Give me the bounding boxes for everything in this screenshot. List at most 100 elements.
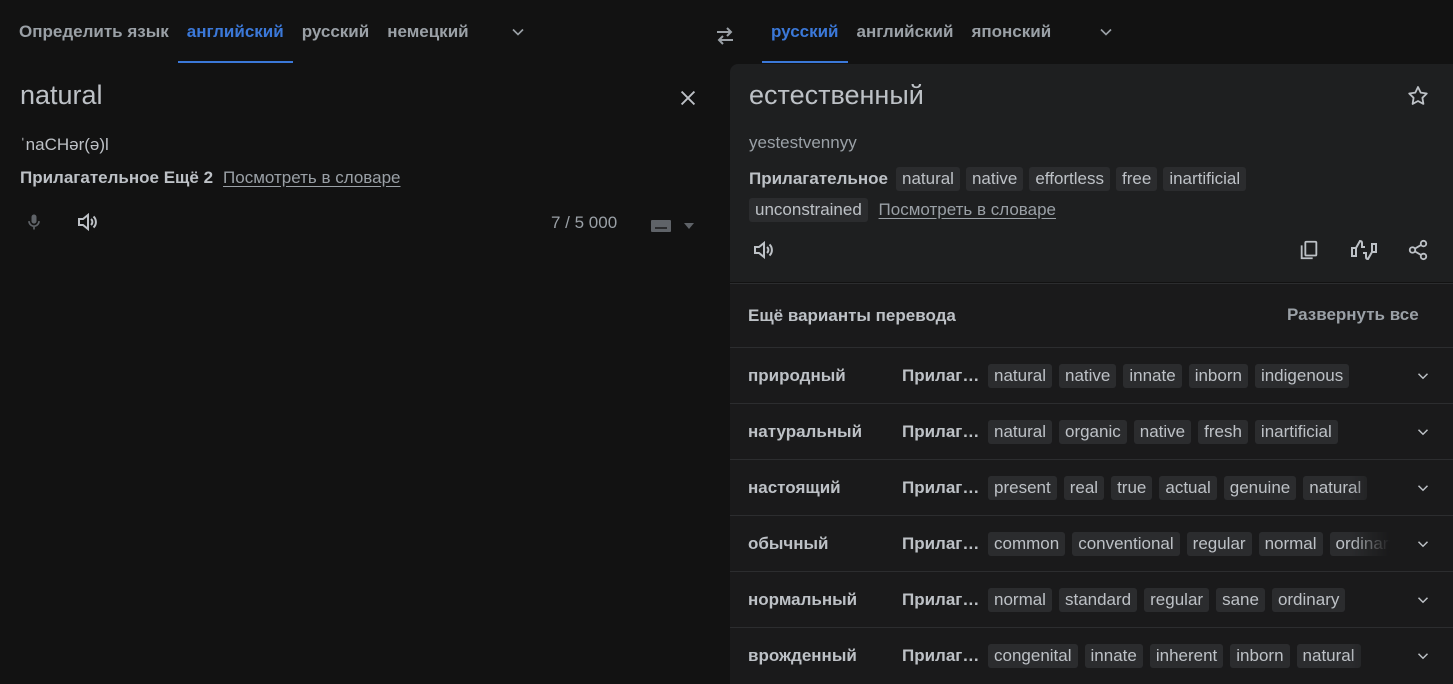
- alt-chip[interactable]: natural: [1296, 644, 1361, 668]
- expand-row-button[interactable]: [1408, 585, 1438, 615]
- alt-pos: Прилагательное: [902, 646, 982, 665]
- alt-translation-row[interactable]: врожденный Прилагательное congenitalinna…: [730, 627, 1453, 684]
- tab-target-japanese[interactable]: японский: [962, 1, 1060, 63]
- alt-chip[interactable]: normal: [988, 588, 1052, 612]
- alt-chip[interactable]: fresh: [1198, 420, 1248, 444]
- alt-chips: normal standard regular sane ordinary: [988, 588, 1390, 612]
- alt-chip[interactable]: ordinary: [1271, 588, 1346, 612]
- alt-pos: Прилагательное: [902, 366, 982, 385]
- alt-chip[interactable]: normal: [1258, 532, 1323, 556]
- alt-pos: Прилагательное: [902, 422, 982, 441]
- alt-chip[interactable]: regular: [1144, 588, 1210, 612]
- alt-chip[interactable]: genuine: [1223, 476, 1297, 500]
- alt-word: врожденный: [748, 646, 857, 665]
- alt-chip[interactable]: regular: [1186, 532, 1252, 556]
- swap-languages-button[interactable]: [705, 16, 745, 56]
- target-more-languages-button[interactable]: [1086, 12, 1126, 52]
- copy-icon: [1300, 240, 1318, 260]
- chevron-down-icon: [684, 223, 694, 229]
- expand-row-button[interactable]: [1408, 473, 1438, 503]
- source-more-languages-button[interactable]: [498, 12, 538, 52]
- alt-chip[interactable]: inartificial: [1254, 420, 1338, 444]
- chevron-down-icon: [1417, 485, 1429, 492]
- alt-chip[interactable]: inborn: [1188, 364, 1248, 388]
- target-language-tabs: русский английский японский: [762, 0, 1126, 64]
- translation-listen-button[interactable]: [744, 230, 784, 270]
- alt-chip[interactable]: native: [1058, 364, 1117, 388]
- tab-source-german[interactable]: немецкий: [378, 1, 477, 63]
- alt-chip[interactable]: inborn: [1230, 644, 1290, 668]
- synonym-chip[interactable]: unconstrained: [749, 198, 868, 222]
- alt-chip[interactable]: indigenous: [1254, 364, 1350, 388]
- alt-chip[interactable]: standard: [1058, 588, 1138, 612]
- alt-chip[interactable]: natural: [988, 420, 1052, 444]
- chevron-down-icon: [1417, 373, 1429, 380]
- alt-translation-row[interactable]: природный Прилагательное naturalnativein…: [730, 347, 1453, 404]
- source-listen-button[interactable]: [68, 202, 108, 242]
- alt-chips: commonconventionalregularnormalordinary: [988, 532, 1390, 556]
- clear-source-button[interactable]: [668, 78, 708, 118]
- share-translation-button[interactable]: [1398, 230, 1438, 270]
- swap-icon: [717, 27, 733, 45]
- alt-chip[interactable]: common: [988, 532, 1066, 556]
- alt-translation-row[interactable]: нормальный Прилагательное normalstandard…: [730, 571, 1453, 628]
- alt-chip[interactable]: sane: [1216, 588, 1265, 612]
- expand-row-button[interactable]: [1408, 417, 1438, 447]
- alt-pos: Прилагательное: [902, 478, 982, 497]
- input-tools-button[interactable]: [644, 212, 700, 240]
- alt-chip[interactable]: present: [988, 476, 1057, 500]
- alt-chip[interactable]: real: [1063, 476, 1105, 500]
- alt-chip[interactable]: natural: [988, 364, 1052, 388]
- alt-chip[interactable]: organic: [1058, 420, 1127, 444]
- alt-pos: Прилагательное: [902, 534, 982, 553]
- expand-row-button[interactable]: [1408, 361, 1438, 391]
- tab-source-english[interactable]: английский: [177, 1, 293, 63]
- more-translations-section: Ещё варианты перевода Развернуть все при…: [730, 283, 1453, 684]
- thumbs-rate-icon: [1351, 239, 1377, 261]
- expand-row-button[interactable]: [1408, 641, 1438, 671]
- alt-chip[interactable]: actual: [1159, 476, 1217, 500]
- chevron-down-icon: [1417, 597, 1429, 604]
- alt-chip[interactable]: native: [1133, 420, 1192, 444]
- alt-chip[interactable]: congenital: [988, 644, 1078, 668]
- alt-translation-row[interactable]: обычный Прилагательное commonconventiona…: [730, 515, 1453, 572]
- synonym-chip[interactable]: effortless: [1029, 167, 1111, 191]
- synonym-chip[interactable]: native: [965, 167, 1024, 191]
- alt-chip[interactable]: innate: [1084, 644, 1143, 668]
- source-text-input[interactable]: natural: [20, 80, 103, 111]
- tab-target-russian[interactable]: русский: [762, 1, 848, 63]
- alt-chip[interactable]: innate: [1123, 364, 1182, 388]
- expand-row-button[interactable]: [1408, 529, 1438, 559]
- alt-chip[interactable]: inherent: [1149, 644, 1224, 668]
- alt-chips: present real true actual genuine natural: [988, 476, 1390, 500]
- character-count: 7 / 5 000: [551, 213, 618, 232]
- synonym-chip[interactable]: free: [1116, 167, 1158, 191]
- source-dictionary-link[interactable]: Посмотреть в словаре: [223, 168, 400, 188]
- alt-pos: Прилагательное: [902, 590, 982, 609]
- synonym-chip[interactable]: inartificial: [1163, 167, 1247, 191]
- tab-detect-language[interactable]: Определить язык: [10, 1, 178, 63]
- tab-source-russian[interactable]: русский: [293, 1, 379, 63]
- alt-translation-row[interactable]: настоящий Прилагательное presentrealtrue…: [730, 459, 1453, 516]
- alt-chip[interactable]: conventional: [1072, 532, 1180, 556]
- tab-target-english[interactable]: английский: [848, 1, 963, 63]
- alt-chips: natural native innate inborn indigenous: [988, 364, 1390, 388]
- source-pos-label: Прилагательное Ещё 2: [20, 168, 214, 187]
- translation-dictionary-link[interactable]: Посмотреть в словаре: [879, 200, 1056, 219]
- expand-all-button[interactable]: Развернуть все: [1287, 305, 1419, 325]
- alt-chip[interactable]: natural: [1303, 476, 1368, 500]
- alt-chip[interactable]: ordinary: [1329, 532, 1390, 556]
- synonym-chip[interactable]: natural: [895, 167, 960, 191]
- save-translation-button[interactable]: [1398, 76, 1438, 116]
- alt-word: настоящий: [748, 478, 841, 497]
- more-translations-title: Ещё варианты перевода: [748, 306, 956, 325]
- alt-translation-row[interactable]: натуральный Прилагательное naturalorgani…: [730, 403, 1453, 460]
- source-language-tabs: Определить язык английский русский немец…: [10, 0, 538, 64]
- voice-input-button[interactable]: [14, 202, 54, 242]
- speaker-icon: [78, 212, 97, 232]
- alt-chip[interactable]: true: [1111, 476, 1153, 500]
- copy-translation-button[interactable]: [1289, 230, 1329, 270]
- mic-icon: [28, 214, 40, 230]
- alt-word: натуральный: [748, 422, 863, 441]
- rate-translation-button[interactable]: [1344, 230, 1384, 270]
